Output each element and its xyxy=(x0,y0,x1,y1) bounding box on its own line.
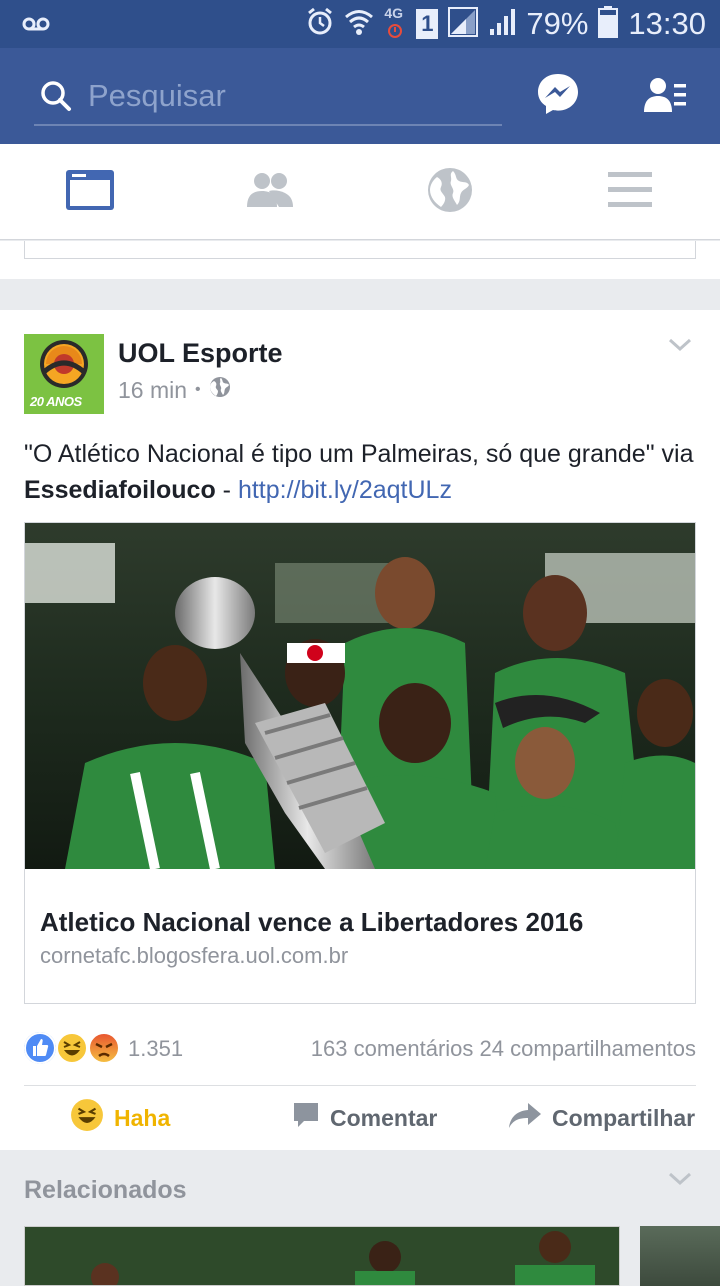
signal-icon xyxy=(448,6,479,42)
tab-news-feed[interactable] xyxy=(0,144,180,240)
tab-bar xyxy=(0,144,720,240)
comments-shares[interactable]: 163 comentários 24 compartilhamentos xyxy=(311,1036,696,1062)
feed-post: 20 ANOS UOL Esporte 16 min • "O Atlético… xyxy=(0,310,720,1150)
4g-icon: 4G xyxy=(384,5,406,41)
comment-label: Comentar xyxy=(330,1104,438,1131)
angry-reaction-icon xyxy=(88,1032,120,1064)
post-mention[interactable]: Essediafoilouco xyxy=(24,476,216,504)
share-label: Compartilhar xyxy=(552,1104,696,1131)
avatar[interactable]: 20 ANOS xyxy=(24,334,104,414)
tab-menu[interactable] xyxy=(540,144,720,240)
status-bar: 4G 1 79% 13:30 xyxy=(0,0,720,48)
post-actions: Haha Comentar Compartilhar xyxy=(0,1086,720,1150)
post-meta: 16 min • xyxy=(118,376,231,404)
comment-icon xyxy=(292,1101,320,1135)
search-input[interactable] xyxy=(88,76,488,116)
reaction-count: 1.351 xyxy=(128,1036,184,1061)
share-icon xyxy=(508,1101,542,1135)
globe-icon xyxy=(427,167,473,218)
sim-icon: 1 xyxy=(416,9,439,39)
clock: 13:30 xyxy=(628,6,706,41)
meta-separator: • xyxy=(195,381,201,398)
battery-icon xyxy=(598,5,619,43)
share-button[interactable]: Compartilhar xyxy=(508,1086,695,1150)
tab-friends[interactable] xyxy=(180,144,360,240)
related-item-image[interactable] xyxy=(24,1226,620,1286)
link-preview-image[interactable] xyxy=(25,523,695,869)
reactions-summary[interactable]: 1.351 163 comentários 24 compartilhament… xyxy=(24,1030,696,1070)
wifi-icon xyxy=(344,7,374,42)
haha-button[interactable]: Haha xyxy=(70,1086,170,1150)
like-reaction-icon xyxy=(24,1032,56,1064)
link-domain: cornetafc.blogosfera.uol.com.br xyxy=(40,943,349,968)
previous-post-remnant xyxy=(0,241,720,279)
post-time[interactable]: 16 min xyxy=(118,377,187,404)
post-text: "O Atlético Nacional é tipo um Palmeiras… xyxy=(24,436,696,508)
haha-reaction-icon xyxy=(56,1032,88,1064)
post-options-chevron-icon[interactable] xyxy=(668,338,692,357)
related-title: Relacionados xyxy=(24,1176,187,1204)
voicemail-icon xyxy=(22,10,50,43)
search-icon xyxy=(40,80,72,117)
haha-icon xyxy=(70,1098,104,1138)
comments-count[interactable]: 163 comentários xyxy=(311,1036,474,1061)
alarm-icon xyxy=(306,7,334,42)
post-text-sep: - xyxy=(215,476,238,504)
friends-icon xyxy=(245,171,295,214)
friend-requests-icon[interactable] xyxy=(644,76,688,116)
menu-icon xyxy=(608,171,652,213)
post-text-body: "O Atlético Nacional é tipo um Palmeiras… xyxy=(24,440,694,468)
post-url-link[interactable]: http://bit.ly/2aqtULz xyxy=(238,476,452,504)
related-item-image-2[interactable] xyxy=(640,1226,720,1286)
battery-percent: 79% xyxy=(526,6,589,41)
post-author[interactable]: UOL Esporte xyxy=(118,338,283,369)
public-globe-icon xyxy=(209,376,231,404)
shares-count[interactable]: 24 compartilhamentos xyxy=(480,1036,696,1061)
avatar-caption: 20 ANOS xyxy=(30,394,82,409)
messenger-icon[interactable] xyxy=(536,72,580,116)
app-header xyxy=(0,48,720,144)
related-chevron-icon[interactable] xyxy=(668,1172,692,1191)
signal-bars-icon xyxy=(488,7,516,42)
haha-label: Haha xyxy=(114,1104,171,1131)
comment-button[interactable]: Comentar xyxy=(292,1086,437,1150)
search-bar[interactable] xyxy=(34,74,502,126)
link-preview[interactable]: Atletico Nacional vence a Libertadores 2… xyxy=(24,522,696,1004)
related-section: Relacionados xyxy=(0,1150,720,1286)
link-title[interactable]: Atletico Nacional vence a Libertadores 2… xyxy=(40,907,583,938)
tab-notifications[interactable] xyxy=(360,144,540,240)
news-feed-icon xyxy=(66,169,114,215)
